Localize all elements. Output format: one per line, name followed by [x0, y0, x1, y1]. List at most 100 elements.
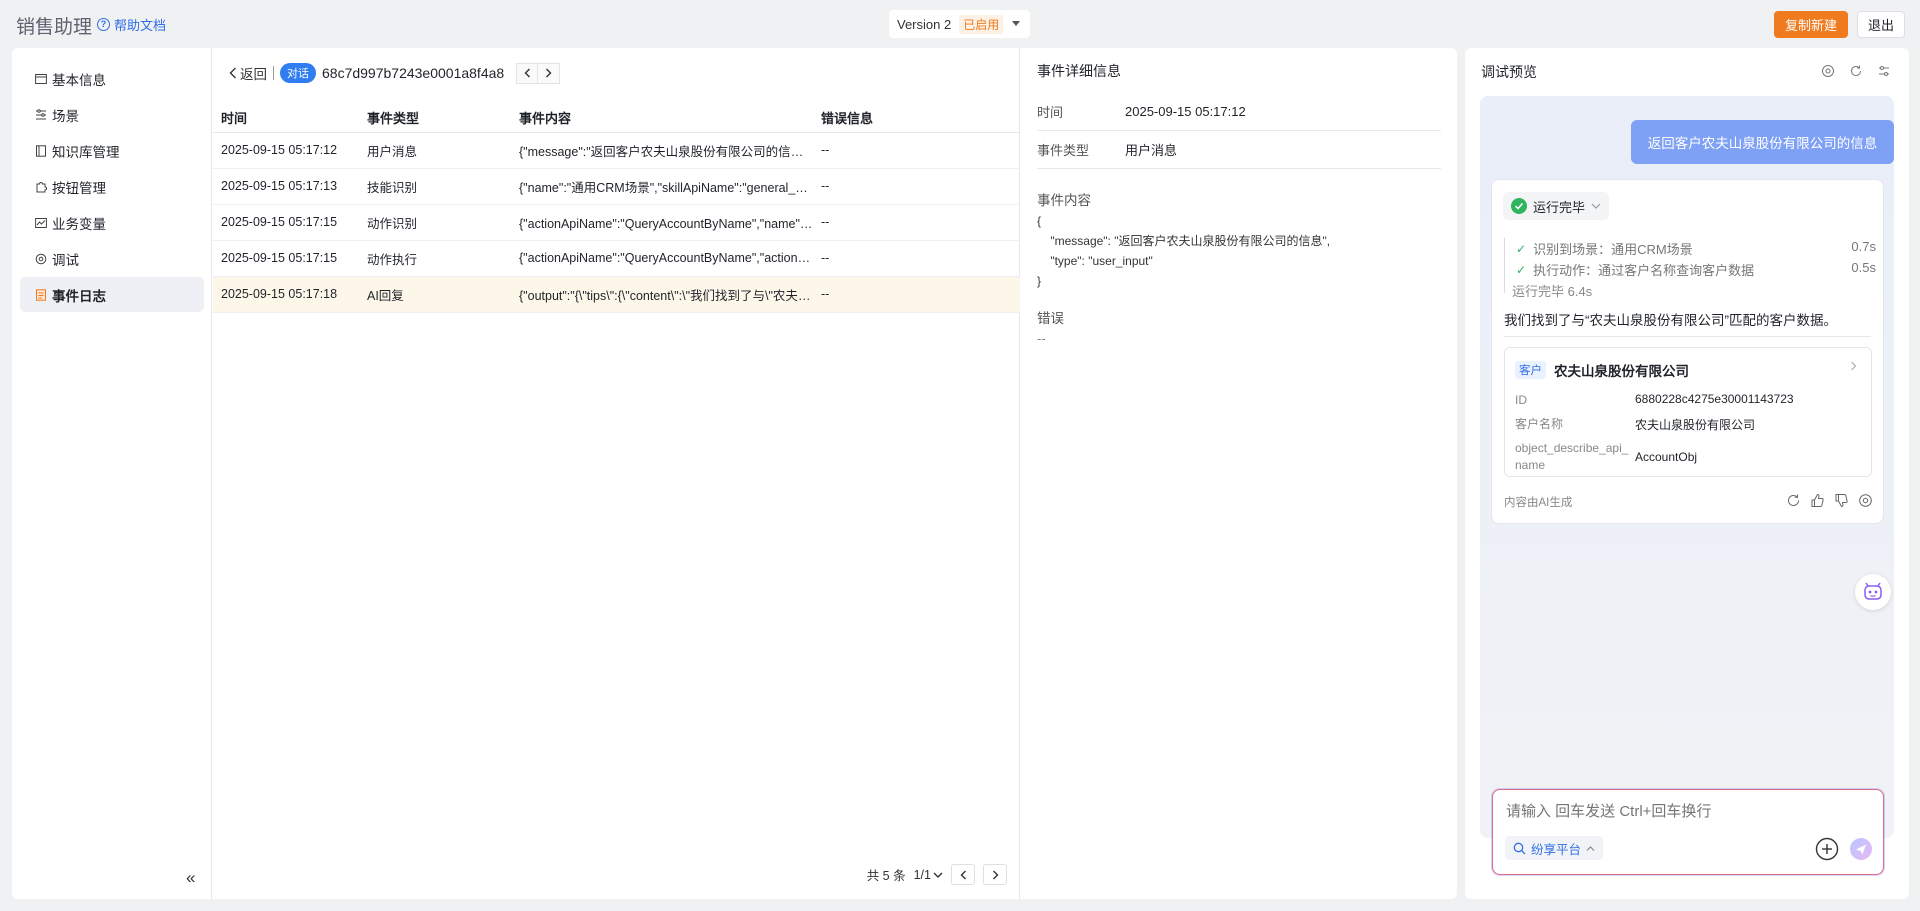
cell-content: {"actionApiName":"QueryAccountByName","n…	[511, 204, 813, 241]
bot-response-card: 运行完毕 ✓ 识别到场景：通用CRM场景 0.7s ✓ 执行动作：通过客户名称查询客…	[1491, 179, 1884, 524]
debug-toolbar	[1821, 64, 1891, 78]
account-field-row: ID 6880228c4275e30001143723	[1515, 392, 1863, 409]
question-icon: ?	[97, 18, 110, 31]
version-select[interactable]: Version 2 已启用	[889, 10, 1030, 38]
regenerate-icon[interactable]	[1786, 493, 1801, 508]
detail-row-type: 事件类型 用户消息	[1037, 131, 1441, 169]
content-label: 事件内容	[1037, 193, 1091, 208]
settings-icon[interactable]	[1858, 493, 1873, 508]
event-table: 时间 事件类型 事件内容 错误信息 2025-09-15 05:17:12 用户…	[213, 103, 1020, 313]
sidebar-item-scene[interactable]: 场景	[20, 97, 204, 132]
error-value: --	[1037, 331, 1046, 346]
thumbs-up-icon[interactable]	[1810, 493, 1825, 508]
gear-icon	[35, 253, 47, 265]
cell-time: 2025-09-15 05:17:15	[213, 204, 359, 241]
platform-label: 纷享平台	[1531, 842, 1582, 857]
chevron-left-icon	[960, 870, 966, 879]
column-header-event-content[interactable]: 事件内容	[511, 103, 813, 133]
debug-title: 调试预览	[1481, 64, 1537, 80]
table-row[interactable]: 2025-09-15 05:17:15 动作识别 {"actionApiName…	[213, 204, 1020, 241]
success-check-icon	[1511, 198, 1527, 214]
total-count: 共 5 条	[866, 869, 906, 883]
refresh-icon[interactable]	[1849, 64, 1863, 78]
sidebar-item-basic-info[interactable]: 基本信息	[20, 61, 204, 96]
column-header-event-type[interactable]: 事件类型	[359, 103, 511, 133]
assistant-bot-icon[interactable]	[1855, 574, 1891, 610]
conversation-pager	[516, 62, 561, 84]
sidebar-item-business-variables[interactable]: 业务变量	[20, 205, 204, 240]
cell-error: --	[813, 240, 1020, 277]
cell-type: 用户消息	[359, 132, 511, 169]
bot-answer-text: 我们找到了与“农夫山泉股份有限公司”匹配的客户数据。	[1504, 313, 1837, 328]
account-header: 客户 农夫山泉股份有限公司	[1515, 360, 1689, 380]
search-icon	[1513, 842, 1526, 854]
main-card: 基本信息 场景 知识库管理 按钮管理 业务变量 调试 事件日志 « 返回 对话 …	[12, 48, 1457, 899]
detail-key: 事件类型	[1037, 143, 1090, 158]
step-label: 识别到场景：通用CRM场景	[1533, 242, 1693, 257]
detail-key: 时间	[1037, 105, 1064, 120]
send-icon[interactable]	[1849, 837, 1873, 861]
table-row[interactable]: 2025-09-15 05:17:15 动作执行 {"actionApiName…	[213, 240, 1020, 277]
next-page-button[interactable]	[983, 864, 1007, 885]
chevron-left-icon	[524, 68, 530, 78]
prev-page-button[interactable]	[951, 864, 975, 885]
sidebar-item-label: 基本信息	[52, 72, 106, 88]
detail-title: 事件详细信息	[1037, 63, 1121, 79]
column-header-time[interactable]: 时间	[213, 103, 359, 133]
chevron-down-icon	[933, 872, 943, 878]
info-card-icon	[35, 73, 47, 85]
sidebar-item-button-management[interactable]: 按钮管理	[20, 169, 204, 204]
sidebar-item-debug[interactable]: 调试	[20, 241, 204, 276]
sidebar-item-label: 调试	[52, 252, 79, 268]
chevron-up-icon	[1586, 845, 1595, 851]
sidebar: 基本信息 场景 知识库管理 按钮管理 业务变量 调试 事件日志 «	[12, 48, 212, 899]
prev-conversation-button[interactable]	[516, 62, 539, 84]
add-attachment-icon[interactable]	[1815, 837, 1839, 861]
back-button[interactable]: 返回	[229, 63, 267, 83]
copy-new-button[interactable]: 复制新建	[1774, 11, 1848, 38]
table-row[interactable]: 2025-09-15 05:17:12 用户消息 {"message":"返回客…	[213, 132, 1020, 169]
chevron-left-icon	[229, 67, 236, 79]
chevron-right-icon	[1850, 360, 1857, 374]
sidebar-item-event-log[interactable]: 事件日志	[20, 277, 204, 312]
cell-type: 动作执行	[359, 240, 511, 277]
page-select[interactable]: 1/1	[914, 868, 943, 882]
scene-list-icon	[35, 108, 47, 121]
table-row[interactable]: 2025-09-15 05:17:13 技能识别 {"name":"通用CRM场…	[213, 168, 1020, 205]
chevron-down-icon	[1591, 203, 1601, 209]
account-result-card[interactable]: 客户 农夫山泉股份有限公司 ID 6880228c4275e3000114372…	[1504, 347, 1872, 477]
cell-error: --	[813, 276, 1020, 313]
settings-icon[interactable]	[1821, 64, 1835, 78]
user-message-bubble: 返回客户农夫山泉股份有限公司的信息	[1631, 120, 1894, 164]
column-header-error[interactable]: 错误信息	[813, 103, 1020, 133]
sidebar-item-knowledge-base[interactable]: 知识库管理	[20, 133, 204, 168]
platform-selector[interactable]: 纷享平台	[1505, 836, 1604, 860]
sidebar-item-label: 事件日志	[52, 288, 106, 304]
exit-button[interactable]: 退出	[1857, 11, 1905, 38]
table-row-selected[interactable]: 2025-09-15 05:17:18 AI回复 {"output":"{\"t…	[213, 276, 1020, 313]
run-status-toggle[interactable]: 运行完毕	[1503, 192, 1610, 220]
chevron-right-icon	[992, 870, 998, 879]
response-actions	[1786, 493, 1873, 508]
cell-time: 2025-09-15 05:17:18	[213, 276, 359, 313]
check-icon: ✓	[1516, 241, 1527, 256]
top-bar: 销售助理 ? 帮助文档 Version 2 已启用 复制新建 退出	[0, 0, 1920, 48]
help-docs-label: 帮助文档	[114, 18, 167, 33]
chat-input[interactable]	[1506, 803, 1866, 820]
error-label: 错误	[1037, 311, 1064, 326]
next-conversation-button[interactable]	[538, 62, 561, 84]
cell-error: --	[813, 204, 1020, 241]
cell-time: 2025-09-15 05:17:15	[213, 240, 359, 277]
detail-value: 用户消息	[1125, 143, 1178, 158]
account-name: 农夫山泉股份有限公司	[1554, 364, 1689, 379]
help-docs-link[interactable]: ? 帮助文档	[97, 15, 166, 34]
cell-time: 2025-09-15 05:17:13	[213, 168, 359, 205]
cell-content: {"output":"{\"tips\":{\"content\":\"我们找到…	[511, 276, 813, 313]
step-item: ✓ 识别到场景：通用CRM场景 0.7s	[1516, 239, 1876, 258]
chart-icon	[35, 217, 47, 229]
detail-row-time: 时间 2025-09-15 05:17:12	[1037, 93, 1441, 131]
thumbs-down-icon[interactable]	[1834, 493, 1849, 508]
chat-area: 返回客户农夫山泉股份有限公司的信息 运行完毕 ✓ 识别到场景：通用CRM场景 0.…	[1480, 96, 1894, 838]
filter-sliders-icon[interactable]	[1877, 64, 1891, 78]
collapse-sidebar-icon[interactable]: «	[186, 868, 195, 888]
